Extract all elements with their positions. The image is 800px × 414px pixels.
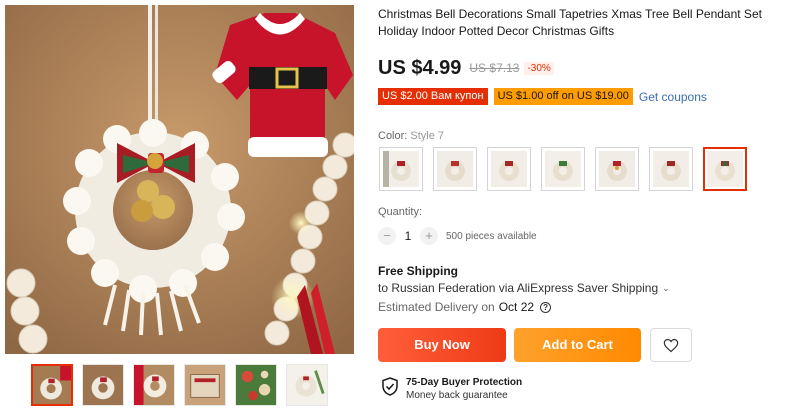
thumbnail-5[interactable] — [235, 364, 277, 406]
current-price: US $4.99 — [378, 56, 462, 79]
product-title: Christmas Bell Decorations Small Tapetri… — [378, 7, 762, 38]
buy-now-button[interactable]: Buy Now — [378, 328, 506, 362]
thumbnail-image — [33, 366, 71, 404]
color-swatches — [379, 147, 779, 191]
discount-badge: -30% — [524, 61, 554, 75]
color-option-style-7[interactable] — [703, 147, 747, 191]
swatch-image — [653, 151, 689, 187]
chevron-down-icon[interactable]: ⌄ — [662, 283, 670, 294]
delivery-label: Estimated Delivery on — [378, 300, 495, 314]
original-price: US $7.13 — [469, 61, 520, 75]
thumbnail-image — [287, 365, 327, 405]
shield-check-icon — [382, 377, 398, 396]
swatch-image — [599, 151, 635, 187]
coupon-row: US $2.00 Вам купон US $1.00 off on US $1… — [378, 88, 707, 105]
quantity-stepper: − 1 + 500 pieces available — [378, 227, 537, 245]
color-option-style-3[interactable] — [487, 147, 531, 191]
quantity-decrease-button[interactable]: − — [378, 227, 396, 245]
shipping-destination-text[interactable]: to Russian Federation via AliExpress Sav… — [378, 281, 658, 295]
main-product-image[interactable] — [5, 5, 354, 354]
shipping-title: Free Shipping — [378, 264, 459, 278]
swatch-image — [545, 151, 581, 187]
shipping-destination[interactable]: to Russian Federation via AliExpress Sav… — [378, 281, 670, 295]
get-coupons-link[interactable]: Get coupons — [639, 90, 707, 104]
thumbnail-4[interactable] — [184, 364, 226, 406]
availability-text: 500 pieces available — [446, 230, 537, 242]
store-coupon-badge[interactable]: US $2.00 Вам купон — [378, 88, 488, 105]
buyer-protection-subtitle: Money back guarantee — [406, 390, 508, 401]
buyer-protection-title: 75-Day Buyer Protection — [406, 377, 523, 388]
quantity-increase-button[interactable]: + — [420, 227, 438, 245]
color-label-text: Color: — [378, 130, 411, 142]
swatch-image — [437, 151, 473, 187]
thumbnail-image — [134, 365, 174, 405]
delivery-date: Oct 22 — [498, 300, 535, 314]
add-to-cart-button[interactable]: Add to Cart — [514, 328, 641, 362]
color-option-style-2[interactable] — [433, 147, 477, 191]
color-option-style-5[interactable] — [595, 147, 639, 191]
thumbnail-6[interactable] — [286, 364, 328, 406]
thumbnail-2[interactable] — [82, 364, 124, 406]
thumbnail-image — [236, 365, 276, 405]
color-option-style-1[interactable] — [379, 147, 423, 191]
estimated-delivery: Estimated Delivery on Oct 22 ? — [378, 300, 552, 314]
thumbnail-3[interactable] — [133, 364, 175, 406]
buyer-protection-text: 75-Day Buyer Protection Money back guara… — [406, 377, 522, 402]
color-label: Color: Style 7 — [378, 130, 444, 142]
heart-outline-icon — [663, 338, 679, 352]
product-photo-graphic — [5, 5, 354, 354]
thumbnail-image — [185, 365, 225, 405]
swatch-image — [383, 151, 419, 187]
buyer-protection: 75-Day Buyer Protection Money back guara… — [382, 377, 522, 402]
select-coupon-badge[interactable]: US $1.00 off on US $19.00 — [493, 88, 633, 105]
thumbnail-1[interactable] — [31, 364, 73, 406]
wishlist-button[interactable] — [650, 328, 692, 362]
thumbnail-strip — [31, 364, 331, 408]
quantity-label: Quantity: — [378, 206, 423, 218]
color-option-style-6[interactable] — [649, 147, 693, 191]
price-row: US $4.99 US $7.13 -30% — [378, 56, 554, 80]
swatch-image — [491, 151, 527, 187]
quantity-input[interactable]: 1 — [396, 229, 420, 243]
swatch-image — [707, 151, 743, 187]
thumbnail-image — [83, 365, 123, 405]
color-option-style-4[interactable] — [541, 147, 585, 191]
help-icon[interactable]: ? — [540, 301, 552, 313]
color-selected-value: Style 7 — [410, 130, 445, 142]
